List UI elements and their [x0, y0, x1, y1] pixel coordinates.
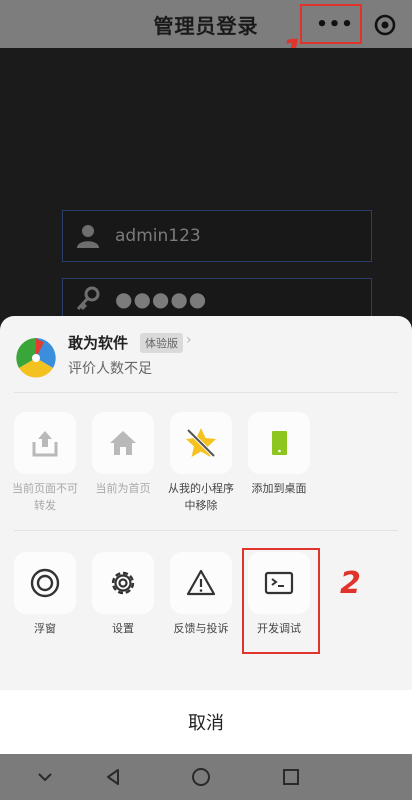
- home-circle-icon: [192, 768, 210, 786]
- app-rating: 评价人数不足: [68, 361, 152, 377]
- app-name: 敢为软件: [68, 334, 129, 352]
- menu-item-label: 从我的小程序中移除: [168, 482, 234, 512]
- menu-item-label: 当前页面不可转发: [12, 482, 78, 512]
- username-field[interactable]: admin123: [62, 210, 372, 262]
- menu-item-share[interactable]: 当前页面不可转发: [9, 412, 81, 514]
- star-remove-icon: [186, 428, 216, 458]
- square-icon: [283, 769, 299, 785]
- back-triangle-icon: [107, 769, 119, 785]
- user-icon: [73, 221, 103, 251]
- annotation-box-1: [300, 4, 362, 44]
- app-info[interactable]: 敢为软件 体验版 › 评价人数不足: [14, 330, 394, 390]
- gear-icon: [111, 571, 135, 595]
- menu-item-label: 当前为首页: [95, 482, 151, 495]
- system-nav-bar: [0, 754, 412, 800]
- nav-home-button[interactable]: [188, 764, 214, 790]
- menu-item-label: 反馈与投诉: [173, 622, 229, 635]
- trial-badge: 体验版: [140, 333, 183, 353]
- menu-item-settings[interactable]: 设置: [87, 552, 159, 637]
- share-icon: [32, 431, 58, 457]
- divider: [14, 392, 398, 393]
- cancel-button[interactable]: 取消: [0, 690, 412, 754]
- chevron-right-icon: ›: [186, 332, 192, 348]
- password-field[interactable]: ●●●●●: [62, 278, 372, 318]
- app-logo: [16, 338, 56, 378]
- menu-item-home[interactable]: 当前为首页: [87, 412, 159, 497]
- home-icon: [110, 431, 136, 455]
- action-sheet: 敢为软件 体验版 › 评价人数不足 当前页面不可转发 当前为首页 从我的小程序中…: [0, 316, 412, 754]
- annotation-box-2: [242, 548, 320, 654]
- username-value: admin123: [115, 226, 201, 246]
- warning-icon: [186, 569, 216, 596]
- cancel-label: 取消: [188, 713, 224, 734]
- menu-item-label: 浮窗: [34, 622, 56, 635]
- password-value: ●●●●●: [115, 286, 208, 311]
- menu-item-float-window[interactable]: 浮窗: [9, 552, 81, 637]
- divider: [14, 530, 398, 531]
- float-window-icon: [30, 568, 60, 598]
- menu-item-add-to-desktop[interactable]: 添加到桌面: [243, 412, 315, 497]
- menu-item-label: 设置: [112, 622, 134, 635]
- nav-recents-button[interactable]: [278, 764, 304, 790]
- page-title: 管理员登录: [153, 13, 259, 38]
- menu-item-remove-from-my-miniprograms[interactable]: 从我的小程序中移除: [165, 412, 237, 514]
- close-miniprogram-button[interactable]: [372, 12, 398, 38]
- menu-item-label: 添加到桌面: [251, 482, 307, 495]
- key-icon: [73, 284, 103, 314]
- annotation-marker-2: 2: [340, 566, 361, 601]
- add-desktop-icon: [272, 431, 287, 455]
- target-icon: [374, 14, 396, 36]
- menu-item-feedback[interactable]: 反馈与投诉: [165, 552, 237, 637]
- nav-back-button[interactable]: [100, 764, 126, 790]
- nav-hide-keyboard-button[interactable]: [32, 764, 58, 790]
- chevron-down-icon: [38, 773, 52, 782]
